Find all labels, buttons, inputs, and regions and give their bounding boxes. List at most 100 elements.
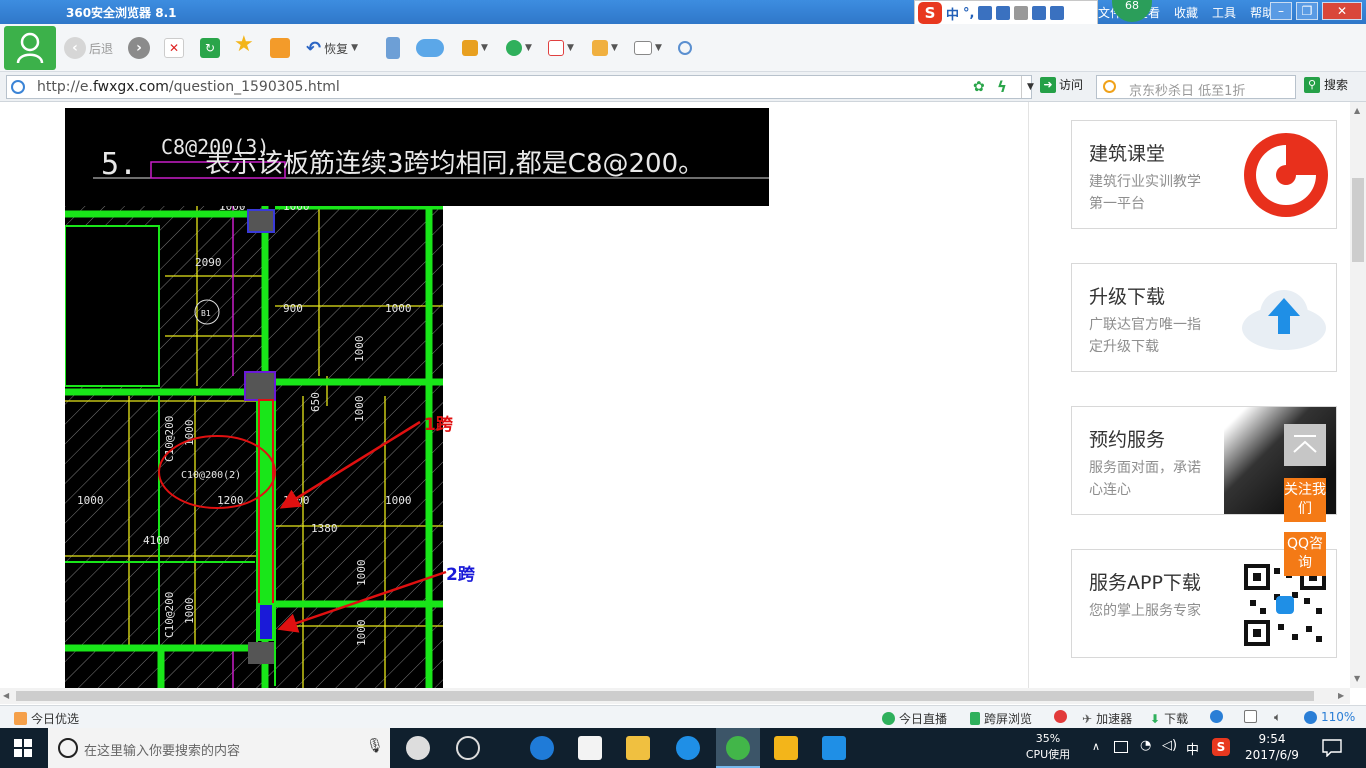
today-picks-button[interactable]: 今日优选 [14,710,79,727]
page-content: 5. C8@200(3) 表示该板筋连续3跨均相同,都是C8@200。 1000… [0,102,1350,688]
zoom-button[interactable] [678,36,692,60]
microphone-icon[interactable] [978,6,993,20]
scissors-icon [592,40,608,56]
store-icon[interactable] [578,736,602,760]
refresh-button[interactable]: ↻ [200,36,220,60]
microphone-icon[interactable]: 🎙︎ [366,738,384,754]
stop-button[interactable]: ✕ [164,36,184,60]
volume-button[interactable]: 🔈︎ [1274,710,1281,725]
ime-mode[interactable]: 中 [946,4,959,23]
card-title: 升级下载 [1089,286,1166,308]
live-button[interactable]: 今日直播 [882,710,947,727]
window-mode-button[interactable] [1244,710,1257,723]
translate-button[interactable]: ▼ [548,36,574,60]
download-button[interactable]: ⬇ 下载 [1150,710,1188,727]
accelerator-label: 加速器 [1096,712,1133,726]
task-view-icon[interactable] [406,736,430,760]
scroll-left-icon[interactable]: ◀ [3,691,9,700]
screenshot-button[interactable]: ▼ [592,36,618,60]
url-text[interactable]: http://e.fwxgx.com/question_1590305.html [37,79,340,95]
search-input[interactable]: 京东秒杀日 低至1折 [1096,75,1296,99]
taskbar-search-box[interactable]: 在这里输入你要搜索的内容 🎙︎ [48,728,390,768]
ie-mode-button[interactable] [1210,710,1223,723]
wrench-icon[interactable] [1050,6,1065,20]
glodon-app-icon[interactable] [676,736,700,760]
scroll-up-icon[interactable]: ▲ [1354,106,1360,115]
close-button[interactable]: ✕ [1322,2,1362,20]
search-label: 搜索 [1324,78,1349,92]
medical-button[interactable] [1054,710,1067,723]
accelerator-button[interactable]: ✈ 加速器 [1082,710,1132,727]
url-dropdown-icon[interactable]: ▼ [1021,76,1039,98]
card-building-class[interactable]: 建筑课堂 建筑行业实训教学第一平台 [1071,120,1337,229]
horizontal-scrollbar[interactable]: ◀ ▶ [0,688,1350,704]
sogou-tray-icon[interactable]: S [1212,738,1230,756]
zoom-level-button[interactable]: 110% [1304,710,1355,724]
follow-us-button[interactable]: 关注我们 [1284,478,1326,522]
card-upgrade-download[interactable]: 升级下载 广联达官方唯一指定升级下载 [1071,263,1337,372]
wifi-icon[interactable]: ◔ [1140,738,1151,753]
apps-button[interactable]: ▼ [462,36,488,60]
game-button[interactable]: ▼ [634,36,662,60]
minimize-button[interactable]: – [1270,2,1292,20]
cross-screen-button[interactable]: 跨屏浏览 [970,710,1032,727]
shield-icon [506,40,522,56]
restore-button[interactable]: ↶ 恢复 ▼ [306,36,358,60]
cpu-usage-widget[interactable]: 35% CPU使用 [1018,731,1078,763]
skin-shirt-icon[interactable] [1032,6,1047,20]
magnifier-icon [678,41,692,55]
user-icon[interactable] [1014,6,1029,20]
security-button[interactable]: ▼ [506,36,532,60]
card-description: 广联达官方唯一指定升级下载 [1089,317,1201,355]
cloud-upload-icon [1242,290,1326,350]
glodon-logo-icon [1244,133,1328,217]
visit-button[interactable]: ➜ 访问 [1040,76,1083,93]
user-avatar-button[interactable] [4,26,56,70]
globe-icon [11,80,25,94]
battery-icon[interactable] [1114,741,1128,753]
search-engine-icon[interactable] [1103,80,1116,93]
system-clock[interactable]: 9:54 2017/6/9 [1240,731,1304,763]
menu-favorites[interactable]: 收藏 [1174,4,1198,21]
notification-center-icon[interactable] [1322,739,1342,757]
menu-tools[interactable]: 工具 [1212,4,1236,21]
notes-app-icon[interactable] [774,736,798,760]
cloud-button[interactable] [416,36,444,60]
status-bar: 今日优选 今日直播 跨屏浏览 ✈ 加速器 ⬇ 下载 🔈︎ 110% [0,705,1366,728]
scroll-down-icon[interactable]: ▼ [1354,674,1360,683]
back-button[interactable]: ‹ 后退 [64,36,113,60]
scroll-right-icon[interactable]: ▶ [1338,691,1344,700]
ime-punct[interactable]: °, [963,6,974,21]
remote-app-icon[interactable] [822,736,846,760]
chevron-down-icon: ▼ [567,43,574,53]
volume-icon[interactable]: ◁) [1162,738,1177,753]
cpu-percent: 35% [1035,732,1061,745]
back-to-top-button[interactable] [1284,424,1326,466]
favorite-star-icon[interactable]: ★ [234,32,254,57]
active-task-360-browser[interactable] [716,728,760,768]
edge-browser-icon[interactable] [530,736,554,760]
url-input[interactable]: http://e.fwxgx.com/question_1590305.html… [6,75,1034,99]
file-explorer-icon[interactable] [626,736,650,760]
download-arrow-icon: ⬇ [1150,711,1161,726]
arrow-right-icon: ➜ [1040,76,1056,93]
qq-consult-button[interactable]: QQ咨询 [1284,532,1326,576]
windows-start-icon[interactable] [14,739,32,757]
keyboard-icon[interactable] [996,6,1011,20]
vertical-scroll-thumb[interactable] [1352,178,1364,262]
ime-indicator[interactable]: 中 [1186,739,1199,758]
maximize-button[interactable]: ❐ [1296,2,1318,20]
mobile-button[interactable] [386,36,400,60]
vertical-scrollbar[interactable]: ▲ ▼ [1350,102,1366,688]
search-button[interactable]: ⚲ 搜索 [1304,76,1348,93]
tray-chevron-up-icon[interactable]: ∧ [1092,740,1100,753]
search-placeholder: 京东秒杀日 低至1折 [1129,84,1246,99]
app-swirl-icon[interactable] [456,736,480,760]
magnifier-icon [1304,710,1317,724]
horizontal-scroll-thumb[interactable] [16,691,1314,701]
sogou-logo-icon[interactable]: S [918,2,942,24]
forward-button[interactable]: › [128,36,150,60]
security-check-icon[interactable]: ✿ [973,79,985,95]
home-button[interactable] [270,36,290,60]
lightning-icon[interactable]: ϟ [997,78,1007,96]
